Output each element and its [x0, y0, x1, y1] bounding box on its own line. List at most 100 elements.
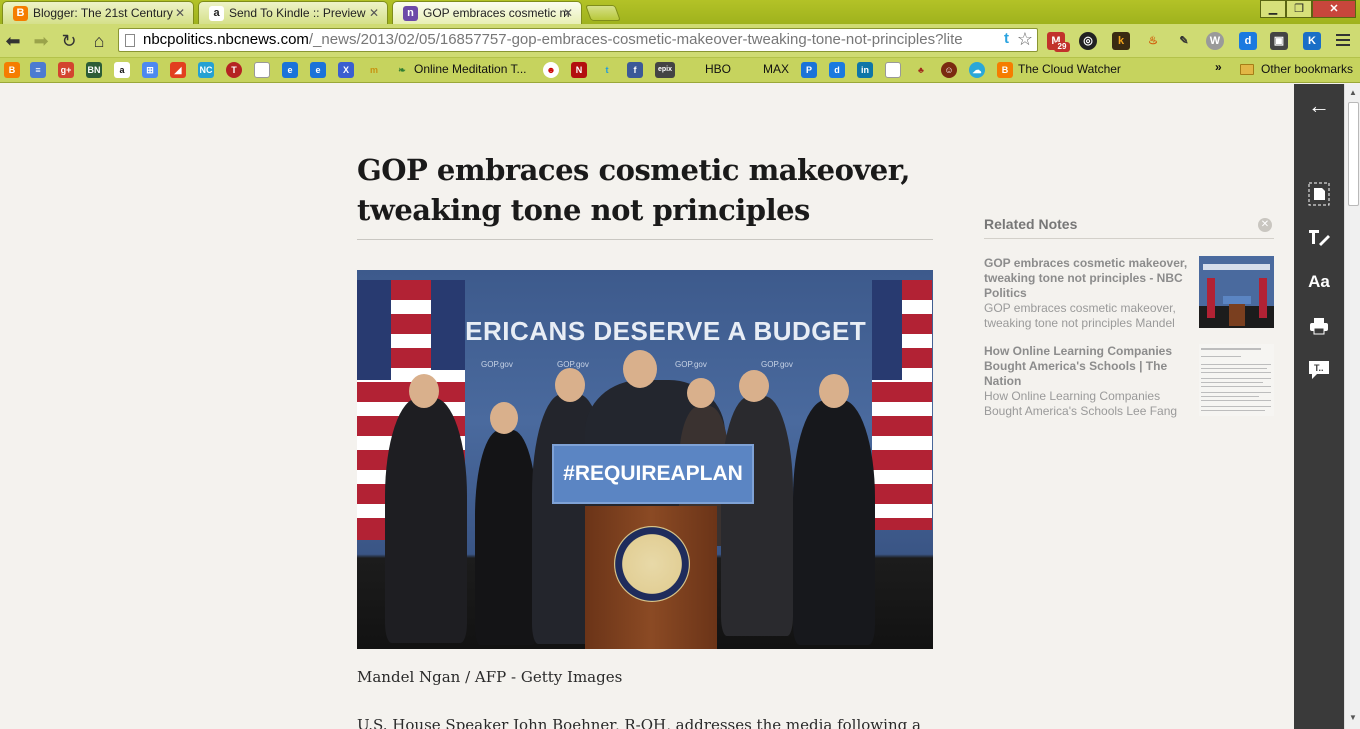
forward-arrow-icon[interactable]: ➡	[30, 30, 52, 52]
klout-icon[interactable]: K	[1303, 32, 1321, 50]
reload-icon[interactable]: ↻	[58, 30, 80, 52]
text-to-speech-icon[interactable]: T..	[1294, 348, 1344, 392]
bookmark-max[interactable]: MAX	[763, 62, 789, 76]
person-head	[739, 370, 769, 402]
bookmark-online-meditation[interactable]: Online Meditation T...	[414, 62, 527, 76]
back-arrow-icon[interactable]: ⬅	[2, 30, 24, 52]
highlight-icon[interactable]	[1294, 216, 1344, 260]
feedly-bookmark-icon[interactable]: ◢	[170, 62, 186, 78]
chrome-menu-icon[interactable]	[1336, 34, 1350, 49]
x-bookmark-icon[interactable]: X	[338, 62, 354, 78]
firefly-icon[interactable]: ♨	[1144, 32, 1162, 50]
blogger-bookmark-icon[interactable]: B	[4, 62, 20, 78]
vertical-scrollbar[interactable]: ▲ ▼	[1344, 84, 1360, 729]
nbc-peacock-icon: n	[403, 6, 418, 21]
evernote-clip-icon[interactable]	[1294, 172, 1344, 216]
facebook-bookmark-icon[interactable]: f	[627, 62, 643, 78]
twitter-bookmark-icon[interactable]: t	[599, 62, 615, 78]
ie-bookmark-icon[interactable]: e	[282, 62, 298, 78]
page-bookmark-icon[interactable]	[885, 62, 901, 78]
related-notes-panel: Related Notes ✕ GOP embraces cosmetic ma…	[984, 216, 1276, 418]
bookmark-star-icon[interactable]: ☆	[1017, 29, 1033, 50]
close-related-icon[interactable]: ✕	[1258, 218, 1272, 232]
face-bookmark-icon[interactable]: ☺	[941, 62, 957, 78]
tab-strip: B Blogger: The 21st Century ✕ a Send To …	[0, 0, 1360, 24]
home-icon[interactable]: ⌂	[88, 30, 110, 52]
tab-gop-article[interactable]: n GOP embraces cosmetic m ✕	[392, 1, 582, 24]
cloud-app-bookmark-icon[interactable]: ☁	[969, 62, 985, 78]
google-plus-bookmark-icon[interactable]: g+	[58, 62, 74, 78]
scroll-down-arrow-icon[interactable]: ▼	[1349, 713, 1357, 722]
back-icon[interactable]: ←	[1294, 84, 1344, 128]
gop-logo: GOP.gov	[481, 360, 513, 369]
tab-label: GOP embraces cosmetic m	[423, 6, 570, 20]
photo-caption: Mandel Ngan / AFP - Getty Images	[357, 668, 623, 686]
folder-icon	[1240, 64, 1254, 75]
nc-bookmark-icon[interactable]: NC	[198, 62, 214, 78]
related-note-snippet: GOP embraces cosmetic makeover, tweaking…	[984, 301, 1176, 330]
t-bookmark-icon[interactable]: T	[226, 62, 242, 78]
related-note-title[interactable]: GOP embraces cosmetic makeover, tweaking…	[984, 256, 1194, 301]
tab-label: Blogger: The 21st Century	[33, 6, 173, 20]
epix-bookmark-icon[interactable]: epix	[655, 62, 675, 78]
wikipedia-icon[interactable]: W	[1206, 32, 1224, 50]
close-tab-icon[interactable]: ✕	[369, 6, 379, 20]
bookmarks-bar: B ≡ g+ BN a ⊞ ◢ NC T e e X m ❧ Online Me…	[0, 58, 1360, 83]
skull-bookmark-icon[interactable]: ☻	[543, 62, 559, 78]
lectern-sign: #REQUIREAPLAN	[552, 444, 754, 504]
related-note-title[interactable]: How Online Learning Companies Bought Ame…	[984, 344, 1194, 389]
puzzle-extension-icon[interactable]: ▣	[1270, 32, 1288, 50]
plant-bookmark-icon[interactable]: ♣	[913, 62, 929, 78]
apps-bookmark-icon[interactable]: ⊞	[142, 62, 158, 78]
bookmark-cloud-watcher[interactable]: The Cloud Watcher	[1018, 62, 1121, 76]
close-tab-icon[interactable]: ✕	[175, 6, 185, 20]
p-bookmark-icon[interactable]: P	[801, 62, 817, 78]
reader-side-panel: ← Aa T..	[1294, 84, 1344, 729]
linkedin-bookmark-icon[interactable]: in	[857, 62, 873, 78]
close-window-button[interactable]: ✕	[1312, 0, 1356, 18]
gmail-unread-badge: 29	[1054, 42, 1070, 52]
amazon-bookmark-icon[interactable]: a	[114, 62, 130, 78]
person-head	[819, 374, 849, 408]
tab-send-to-kindle[interactable]: a Send To Kindle :: Preview ✕	[198, 1, 388, 24]
minimize-button[interactable]: ▁	[1260, 0, 1286, 18]
diigo-bookmark-icon[interactable]: d	[829, 62, 845, 78]
related-note[interactable]: How Online Learning Companies Bought Ame…	[984, 344, 1274, 422]
close-tab-icon[interactable]: ✕	[563, 6, 573, 20]
new-tab-button[interactable]	[585, 5, 621, 21]
bookmark-hbo[interactable]: HBO	[705, 62, 731, 76]
ie-bookmark-icon[interactable]: e	[310, 62, 326, 78]
related-note-thumbnail[interactable]	[1199, 344, 1274, 416]
font-size-button[interactable]: Aa	[1294, 260, 1344, 304]
tab-blogger[interactable]: B Blogger: The 21st Century ✕	[2, 1, 194, 24]
kippt-icon[interactable]: k	[1112, 32, 1130, 50]
barnes-noble-bookmark-icon[interactable]: BN	[86, 62, 102, 78]
color-wheel-icon[interactable]: ◎	[1079, 32, 1097, 50]
netflix-bookmark-icon[interactable]: N	[571, 62, 587, 78]
related-divider	[984, 238, 1274, 239]
reader-page: GOP embraces cosmetic makeover, tweaking…	[0, 84, 1294, 729]
maximize-button[interactable]: ❐	[1286, 0, 1312, 18]
plugin-icon[interactable]: ✎	[1175, 32, 1193, 50]
page-bookmark-icon[interactable]	[254, 62, 270, 78]
print-icon[interactable]	[1294, 304, 1344, 348]
person-silhouette	[385, 398, 467, 643]
american-flag-right	[872, 280, 932, 530]
meditation-leaf-icon: ❧	[398, 65, 406, 75]
other-bookmarks[interactable]: Other bookmarks	[1261, 62, 1353, 76]
books-bookmark-icon[interactable]: ≡	[30, 62, 46, 78]
diigo-icon[interactable]: d	[1239, 32, 1257, 50]
gop-logo: GOP.gov	[761, 360, 793, 369]
related-note-thumbnail[interactable]	[1199, 256, 1274, 328]
scroll-up-arrow-icon[interactable]: ▲	[1349, 88, 1357, 97]
svg-text:T..: T..	[1314, 363, 1324, 373]
twitter-share-icon[interactable]: t	[1004, 30, 1009, 47]
scrollbar-thumb[interactable]	[1348, 102, 1359, 206]
related-note[interactable]: GOP embraces cosmetic makeover, tweaking…	[984, 256, 1274, 334]
mcdonalds-bookmark-icon[interactable]: m	[366, 62, 382, 78]
address-bar[interactable]: nbcpolitics.nbcnews.com/_news/2013/02/05…	[118, 28, 1038, 52]
blogger-bookmark-icon[interactable]: B	[997, 62, 1013, 78]
article-body: U.S. House Speaker John Boehner, R-OH, a…	[357, 716, 921, 729]
person-silhouette	[721, 396, 793, 636]
bookmarks-overflow-chevron[interactable]: »	[1215, 60, 1222, 74]
